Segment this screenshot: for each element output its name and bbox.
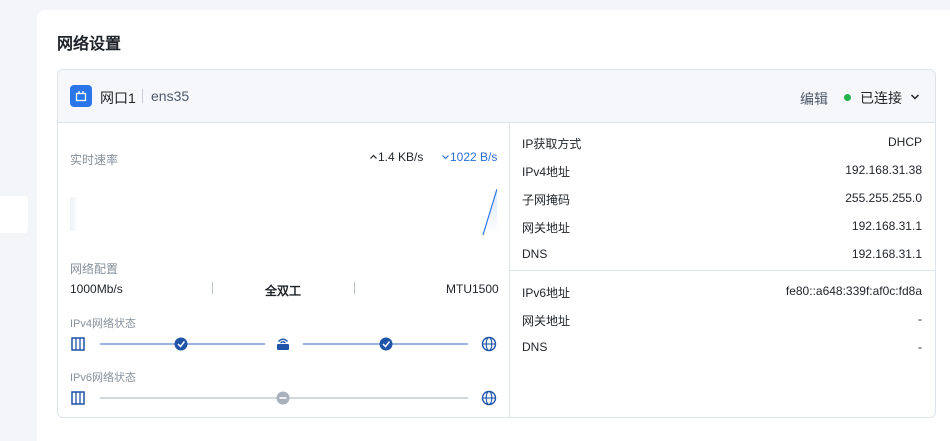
globe-icon (481, 390, 497, 406)
ipv4-row-key: DNS (522, 247, 548, 261)
ipv6-row-value: fe80::a648:339f:af0c:fd8a (785, 284, 922, 298)
ipv4-row-key: 子网掩码 (522, 193, 571, 207)
download-rate: 1022 B/s (441, 150, 497, 164)
interface-name: ens35 (151, 88, 190, 104)
sidebar-item-stub[interactable] (0, 196, 28, 233)
router-icon (277, 338, 289, 350)
ip-section-divider (510, 270, 935, 271)
ipv4-row-value: 192.168.31.1 (851, 247, 922, 261)
port-card: 网口1 ens35 编辑 已连接 实时速率 1.4 KB/s 1022 B/s (57, 69, 936, 418)
connection-status: 已连接 (860, 90, 902, 106)
duplex-mode: 全双工 (265, 284, 302, 298)
mtu-value: MTU1500 (446, 282, 499, 296)
ipv6-status-label: IPv6网络状态 (70, 372, 137, 384)
ipv4-status-flow (71, 336, 497, 352)
ipv4-row-value: 192.168.31.1 (851, 219, 922, 233)
link-speed: 1000Mb/s (70, 282, 123, 296)
ethernet-port-glyph (75, 91, 87, 102)
device-icon (71, 337, 85, 351)
download-rate-value: 1022 B/s (450, 150, 498, 164)
ipv4-row-value: DHCP (887, 135, 922, 149)
download-arrow-icon (442, 155, 449, 160)
ethernet-port-icon (70, 85, 92, 107)
network-settings-panel: 网络设置 网口1 ens35 编辑 已连接 实时速率 1.4 KB/s 1022… (37, 10, 950, 441)
ipv4-check-icon (174, 337, 188, 351)
ipv6-row-key: IPv6地址 (522, 286, 571, 300)
ipv4-status-label: IPv4网络状态 (70, 318, 137, 330)
edit-button[interactable]: 编辑 (800, 89, 828, 109)
ipv6-status-flow (71, 390, 497, 406)
port-overview: 实时速率 1.4 KB/s 1022 B/s 网络配置 1000Mb/s 全双工… (58, 123, 510, 417)
ipv4-row-key: IP获取方式 (522, 137, 582, 151)
config-divider (354, 282, 355, 294)
connected-status-dot (844, 94, 851, 101)
ipv4-row-value: 255.255.255.0 (845, 191, 922, 205)
rate-chart (70, 188, 497, 236)
device-icon (71, 391, 85, 405)
ipv6-row-key: DNS (522, 340, 548, 354)
ip-details: IP获取方式 DHCP IPv4地址 192.168.31.38 子网掩码 25… (510, 123, 935, 417)
upload-arrow-icon (370, 154, 377, 159)
ipv4-check-icon (379, 337, 393, 351)
ipv6-row-value: - (918, 340, 922, 354)
ipv6-row-key: 网关地址 (522, 314, 571, 328)
rate-label: 实时速率 (70, 153, 119, 167)
ipv6-row-value: - (918, 312, 922, 326)
ipv4-row-key: 网关地址 (522, 221, 571, 235)
chevron-down-icon[interactable] (909, 91, 921, 103)
page-title: 网络设置 (57, 36, 122, 53)
upload-rate-value: 1.4 KB/s (378, 150, 424, 164)
port-name: 网口1 (100, 90, 136, 106)
rate-chart-fade (70, 197, 78, 231)
upload-rate: 1.4 KB/s (369, 150, 423, 164)
port-card-header: 网口1 ens35 编辑 已连接 (58, 70, 935, 123)
header-divider (142, 89, 143, 103)
config-divider (212, 282, 213, 294)
ipv4-row-key: IPv4地址 (522, 165, 571, 179)
config-label: 网络配置 (70, 262, 119, 276)
ipv4-row-value: 192.168.31.38 (845, 163, 922, 177)
globe-icon (481, 336, 497, 352)
